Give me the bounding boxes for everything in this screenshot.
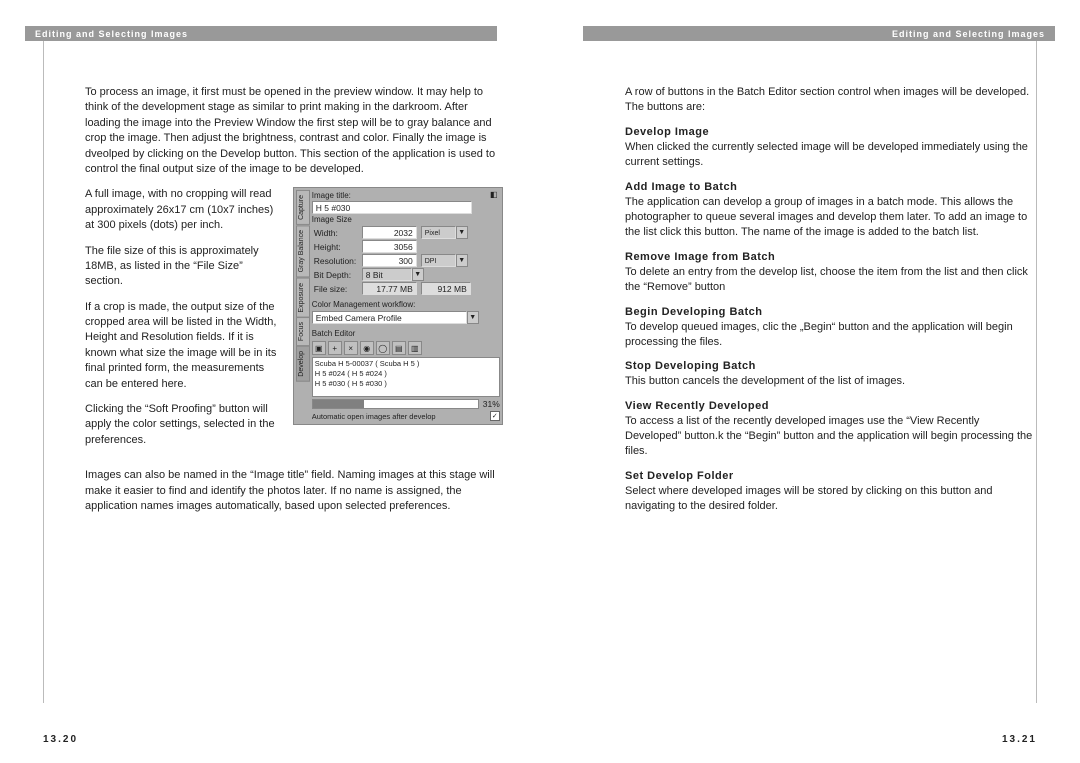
batch-list-item[interactable]: H 5 #030 ( H 5 #030 ) xyxy=(315,379,497,389)
left-p4: If a crop is made, the output size of th… xyxy=(85,300,283,392)
t-begin-batch: To develop queued images, clic the „Begi… xyxy=(625,320,1037,351)
t-add-to-batch: The application can develop a group of i… xyxy=(625,195,1037,241)
header-bar-left: Editing and Selecting Images xyxy=(25,26,497,41)
tab-capture[interactable]: Capture xyxy=(296,190,310,225)
tab-exposure[interactable]: Exposure xyxy=(296,278,310,318)
left-p5: Clicking the “Soft Proofing” button will… xyxy=(85,402,283,448)
width-label: Width: xyxy=(312,227,362,239)
auto-open-label: Automatic open images after develop xyxy=(312,412,490,421)
page-number-left: 13.20 xyxy=(43,734,78,745)
cm-dropdown-icon[interactable]: ▼ xyxy=(467,311,479,324)
page-right: Editing and Selecting Images A row of bu… xyxy=(540,0,1080,763)
file-size-label: File size: xyxy=(312,283,362,295)
left-margin-line xyxy=(43,41,44,703)
h-view-recent: View Recently Developed xyxy=(625,400,1037,412)
resolution-input[interactable]: 300 xyxy=(362,254,417,267)
remove-from-batch-button[interactable]: × xyxy=(344,341,358,355)
panel-icon[interactable]: ◧ xyxy=(488,190,500,202)
auto-open-checkbox[interactable]: ✓ xyxy=(490,411,500,421)
unit-dropdown-icon[interactable]: ▼ xyxy=(456,226,468,239)
bitdepth-dropdown-icon[interactable]: ▼ xyxy=(412,268,424,281)
h-remove-from-batch: Remove Image from Batch xyxy=(625,251,1037,263)
unit-pixel[interactable]: Pixel xyxy=(421,226,456,239)
t-set-folder: Select where developed images will be st… xyxy=(625,484,1037,515)
file-size-1: 17.77 MB xyxy=(362,282,417,295)
batch-editor-label: Batch Editor xyxy=(312,328,500,339)
h-set-folder: Set Develop Folder xyxy=(625,470,1037,482)
left-p1: To process an image, it first must be op… xyxy=(85,85,497,177)
left-p3: The file size of this is approximately 1… xyxy=(85,244,283,290)
cm-workflow-label: Color Management workflow: xyxy=(312,299,500,310)
left-p2: A full image, with no cropping will read… xyxy=(85,187,283,233)
left-p6: Images can also be named in the “Image t… xyxy=(85,468,497,514)
page-number-right: 13.21 xyxy=(1002,734,1037,745)
t-remove-from-batch: To delete an entry from the develop list… xyxy=(625,265,1037,296)
t-develop-image: When clicked the currently selected imag… xyxy=(625,140,1037,171)
resolution-label: Resolution: xyxy=(312,255,362,267)
tab-develop[interactable]: Develop xyxy=(296,346,310,382)
batch-list-item[interactable]: Scuba H 5-00037 ( Scuba H 5 ) xyxy=(315,359,497,369)
develop-panel-screenshot: Capture Gray Balance Exposure Focus Deve… xyxy=(293,187,503,425)
h-begin-batch: Begin Developing Batch xyxy=(625,306,1037,318)
tab-gray-balance[interactable]: Gray Balance xyxy=(296,225,310,277)
unit-dpi[interactable]: DPI xyxy=(421,254,456,267)
progress-pct: 31% xyxy=(483,399,500,409)
add-to-batch-button[interactable]: + xyxy=(328,341,342,355)
header-bar-right: Editing and Selecting Images xyxy=(583,26,1055,41)
file-size-2: 912 MB xyxy=(421,282,471,295)
page-left: Editing and Selecting Images To process … xyxy=(0,0,540,763)
bit-depth-label: Bit Depth: xyxy=(312,269,362,281)
height-label: Height: xyxy=(312,241,362,253)
develop-image-button[interactable]: ▣ xyxy=(312,341,326,355)
view-recent-button[interactable]: ▤ xyxy=(392,341,406,355)
image-size-label: Image Size xyxy=(312,214,500,225)
t-view-recent: To access a list of the recently develop… xyxy=(625,414,1037,460)
tab-focus[interactable]: Focus xyxy=(296,317,310,346)
stop-batch-button[interactable]: ◯ xyxy=(376,341,390,355)
h-develop-image: Develop Image xyxy=(625,126,1037,138)
t-stop-batch: This button cancels the development of t… xyxy=(625,374,1037,389)
bit-depth-value[interactable]: 8 Bit xyxy=(362,268,412,281)
progress-bar xyxy=(312,399,479,409)
image-title-label: Image title: xyxy=(312,190,500,201)
cm-workflow-select[interactable]: Embed Camera Profile xyxy=(312,311,467,324)
set-folder-button[interactable]: ▥ xyxy=(408,341,422,355)
h-stop-batch: Stop Developing Batch xyxy=(625,360,1037,372)
batch-list[interactable]: Scuba H 5-00037 ( Scuba H 5 ) H 5 #024 (… xyxy=(312,357,500,397)
header-title: Editing and Selecting Images xyxy=(892,29,1045,39)
begin-batch-button[interactable]: ◉ xyxy=(360,341,374,355)
dpi-dropdown-icon[interactable]: ▼ xyxy=(456,254,468,267)
batch-toolbar: ▣ + × ◉ ◯ ▤ ▥ xyxy=(312,339,500,357)
right-intro: A row of buttons in the Batch Editor sec… xyxy=(625,85,1037,116)
header-title: Editing and Selecting Images xyxy=(35,29,188,39)
batch-list-item[interactable]: H 5 #024 ( H 5 #024 ) xyxy=(315,369,497,379)
height-input[interactable]: 3056 xyxy=(362,240,417,253)
h-add-to-batch: Add Image to Batch xyxy=(625,181,1037,193)
width-input[interactable]: 2032 xyxy=(362,226,417,239)
image-title-input[interactable]: H 5 #030 xyxy=(312,201,472,214)
